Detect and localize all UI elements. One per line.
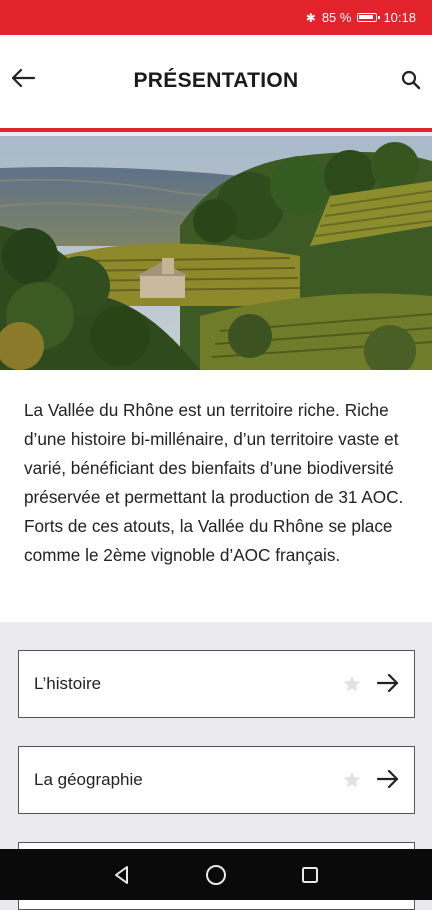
nav-back-button[interactable]: [107, 860, 137, 890]
star-icon[interactable]: [342, 770, 362, 790]
system-nav-bar: [0, 849, 432, 900]
arrow-left-icon: [11, 68, 36, 88]
battery-icon: [357, 13, 381, 22]
menu-item-histoire[interactable]: L’histoire: [18, 650, 415, 718]
circle-home-icon: [206, 864, 226, 885]
app-bar: PRÉSENTATION: [0, 35, 432, 132]
hero-image: [0, 136, 432, 370]
arrow-right-icon: [376, 769, 399, 789]
intro-section: La Vallée du Rhône est un territoire ric…: [0, 370, 432, 622]
intro-text: La Vallée du Rhône est un territoire ric…: [24, 400, 404, 565]
search-button[interactable]: [396, 65, 426, 95]
menu-item-label: La géographie: [34, 770, 143, 789]
battery-percent: 85 %: [321, 10, 352, 25]
back-button[interactable]: [6, 61, 40, 95]
square-recents-icon: [302, 866, 318, 883]
page-title: PRÉSENTATION: [133, 69, 299, 92]
status-bar: ✱ 85 % 10:18: [0, 0, 432, 35]
status-time: 10:18: [383, 10, 416, 25]
triangle-back-icon: [115, 865, 128, 884]
nav-recents-button[interactable]: [295, 860, 325, 890]
menu-item-geographie[interactable]: La géographie: [18, 746, 415, 814]
bluetooth-icon: ✱: [305, 10, 316, 25]
star-icon[interactable]: [342, 674, 362, 694]
search-icon: [401, 70, 421, 90]
arrow-right-icon: [376, 673, 399, 693]
nav-home-button[interactable]: [201, 860, 231, 890]
menu-item-label: L’histoire: [34, 674, 102, 693]
